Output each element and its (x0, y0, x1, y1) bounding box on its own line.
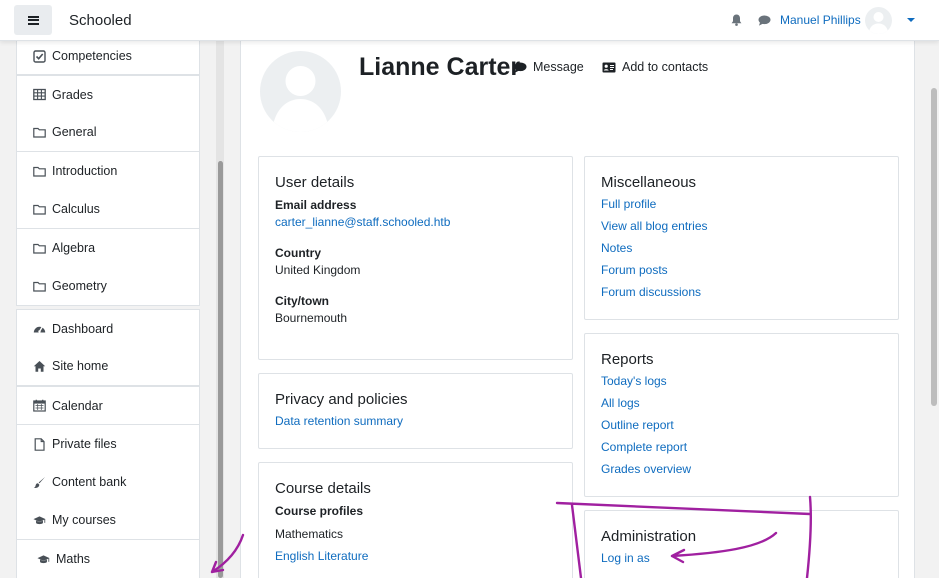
folder-icon (33, 126, 46, 139)
drawer-item-algebra[interactable]: Algebra (16, 229, 200, 268)
paint-brush-icon (33, 476, 46, 489)
chat-bubble-icon[interactable] (758, 15, 771, 26)
user-menu-name[interactable]: Manuel Phillips (780, 13, 861, 27)
page-title: Lianne Carter (359, 53, 521, 81)
message-button[interactable]: Message (514, 60, 584, 74)
card-title: Miscellaneous (601, 174, 697, 191)
top-navbar: Schooled Manuel Phillips (0, 0, 939, 41)
calendar-icon (33, 399, 46, 412)
forum-posts-link[interactable]: Forum posts (601, 259, 882, 281)
address-card-icon (602, 62, 616, 72)
graduation-cap-icon (33, 514, 46, 527)
drawer-item-grades[interactable]: Grades (16, 75, 200, 114)
chevron-down-icon[interactable] (907, 18, 915, 22)
drawer-item-label: Calculus (52, 202, 100, 216)
drawer-item-competencies[interactable]: Competencies (16, 41, 200, 75)
drawer-item-label: Introduction (52, 164, 118, 178)
table-icon (33, 88, 46, 101)
drawer-item-label: Algebra (52, 241, 96, 255)
city-value: Bournemouth (275, 311, 348, 325)
course-profiles-label: Course profiles (275, 504, 364, 518)
add-contact-label: Add to contacts (622, 60, 709, 74)
drawer-item-general[interactable]: General (16, 113, 200, 152)
dashboard-icon (33, 322, 46, 335)
drawer-item-geometry[interactable]: Geometry (16, 267, 200, 306)
email-label: Email address (275, 198, 357, 212)
avatar-silhouette-icon (272, 66, 329, 132)
user-avatar[interactable] (865, 7, 892, 34)
drawer-item-my-courses[interactable]: My courses (16, 501, 200, 540)
blog-entries-link[interactable]: View all blog entries (601, 215, 882, 237)
card-title: Privacy and policies (275, 391, 408, 408)
country-value: United Kingdom (275, 263, 361, 277)
drawer-item-introduction[interactable]: Introduction (16, 152, 200, 191)
bell-icon[interactable] (731, 14, 742, 26)
graduation-cap-icon (37, 553, 50, 566)
site-brand-link[interactable]: Schooled (69, 12, 132, 29)
avatar-silhouette-icon (868, 12, 889, 34)
drawer-item-label: Geometry (52, 279, 107, 293)
drawer-item-label: General (52, 125, 97, 139)
folder-icon (33, 165, 46, 178)
drawer-item-label: Dashboard (52, 321, 114, 336)
todays-logs-link[interactable]: Today's logs (601, 370, 882, 392)
privacy-card: Privacy and policies Data retention summ… (258, 373, 573, 449)
user-details-card: User details Email address carter_lianne… (258, 156, 573, 360)
drawer-item-site-home[interactable]: Site home (16, 347, 200, 386)
profile-avatar (260, 51, 341, 132)
drawer-item-label: Private files (52, 437, 117, 451)
drawer-item-label: Competencies (52, 49, 132, 63)
drawer-item-calculus[interactable]: Calculus (16, 190, 200, 229)
folder-icon (33, 242, 46, 255)
home-icon (33, 360, 46, 373)
drawer-item-label: Maths (56, 552, 91, 566)
card-title: Course details (275, 480, 371, 497)
drawer-item-label: Grades (52, 87, 93, 102)
check-square-icon (33, 49, 46, 63)
folder-icon (33, 280, 46, 293)
reports-card: Reports Today's logs All logs Outline re… (584, 333, 899, 497)
course-link-english-literature[interactable]: English Literature (275, 545, 556, 567)
drawer-item-label: My courses (52, 513, 116, 527)
message-label: Message (533, 60, 584, 74)
outline-report-link[interactable]: Outline report (601, 414, 882, 436)
card-title: Reports (601, 351, 654, 368)
drawer-item-dashboard[interactable]: Dashboard (16, 309, 200, 348)
drawer-item-label: Site home (52, 359, 109, 373)
add-to-contacts-button[interactable]: Add to contacts (602, 60, 708, 74)
country-label: Country (275, 246, 321, 260)
miscellaneous-card: Miscellaneous Full profile View all blog… (584, 156, 899, 320)
file-icon (33, 437, 46, 451)
data-retention-link[interactable]: Data retention summary (275, 410, 556, 432)
page-scrollbar-thumb[interactable] (931, 88, 937, 406)
notes-link[interactable]: Notes (601, 237, 882, 259)
card-title: User details (275, 174, 355, 191)
administration-card: Administration Log in as (584, 510, 899, 578)
drawer-scrollbar-thumb[interactable] (218, 161, 223, 578)
complete-report-link[interactable]: Complete report (601, 436, 882, 458)
email-link[interactable]: carter_lianne@staff.schooled.htb (275, 215, 450, 229)
navigation-drawer: Competencies Grades General Introduction… (0, 41, 228, 578)
drawer-item-label: Content bank (52, 475, 127, 489)
chat-bubble-icon (514, 62, 527, 73)
hamburger-icon (27, 15, 39, 25)
all-logs-link[interactable]: All logs (601, 392, 882, 414)
full-profile-link[interactable]: Full profile (601, 193, 882, 215)
course-link-mathematics[interactable]: Mathematics (275, 523, 556, 545)
drawer-item-label: Calendar (52, 398, 103, 413)
card-title: Administration (601, 528, 697, 545)
forum-discussions-link[interactable]: Forum discussions (601, 281, 882, 303)
grades-overview-link[interactable]: Grades overview (601, 458, 882, 480)
course-details-card: Course details Course profiles Mathemati… (258, 462, 573, 578)
drawer-item-maths[interactable]: Maths (16, 540, 200, 578)
drawer-item-private-files[interactable]: Private files (16, 425, 200, 464)
drawer-item-content-bank[interactable]: Content bank (16, 463, 200, 502)
main-content: Lianne Carter Message Add to contacts Us… (240, 41, 915, 578)
log-in-as-link[interactable]: Log in as (601, 547, 882, 569)
folder-icon (33, 203, 46, 216)
city-label: City/town (275, 294, 329, 308)
drawer-toggle-button[interactable] (14, 5, 52, 35)
drawer-item-calendar[interactable]: Calendar (16, 386, 200, 425)
